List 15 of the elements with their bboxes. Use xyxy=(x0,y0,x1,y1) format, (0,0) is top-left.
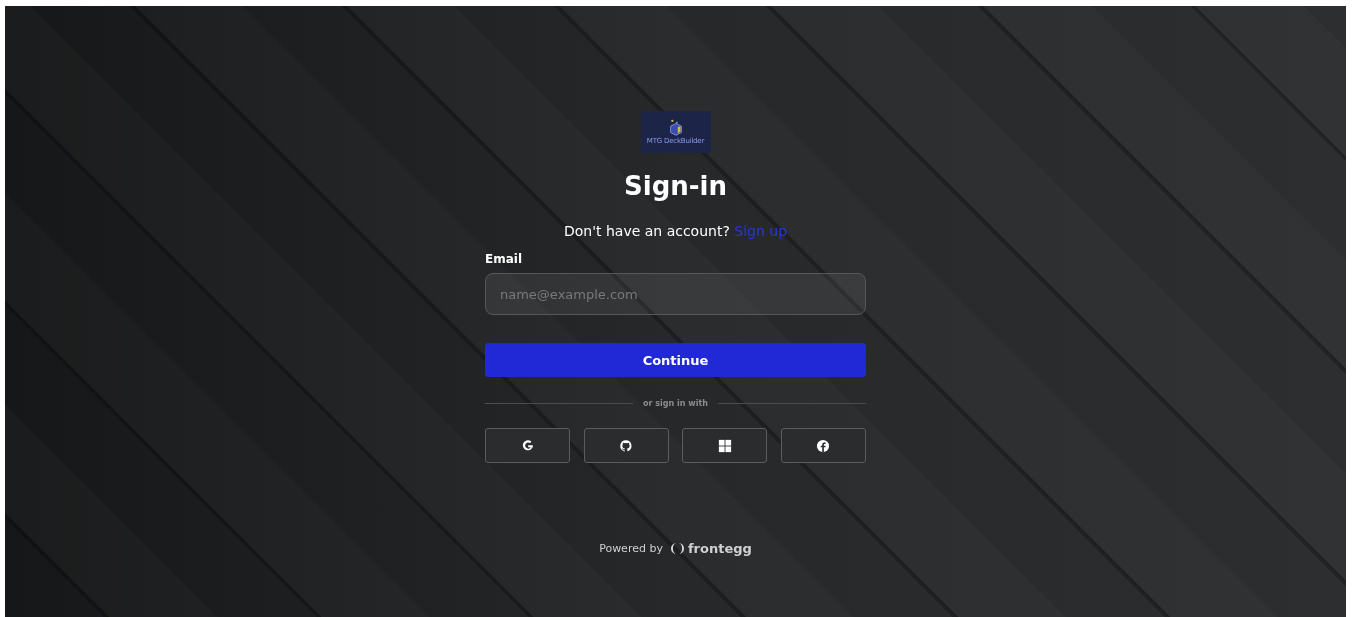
signup-prompt: Don't have an account? xyxy=(563,223,730,239)
email-label: Email xyxy=(485,252,524,266)
letter-g-icon xyxy=(520,438,535,453)
cat-icon xyxy=(619,438,634,453)
powered-by-text: Powered by xyxy=(599,542,663,555)
brand-name: frontegg xyxy=(687,541,752,556)
facebook-icon xyxy=(816,438,831,453)
facebook-sign-in-button[interactable] xyxy=(780,428,866,463)
windows-icon xyxy=(717,438,732,453)
divider-text: or sign in with xyxy=(643,399,708,408)
page-title: Sign-in xyxy=(623,171,728,201)
email-field[interactable]: name@example.com xyxy=(485,273,866,315)
continue-button[interactable]: Continue xyxy=(485,343,866,377)
github-sign-in-button[interactable] xyxy=(583,428,669,463)
microsoft-sign-in-button[interactable] xyxy=(682,428,768,463)
